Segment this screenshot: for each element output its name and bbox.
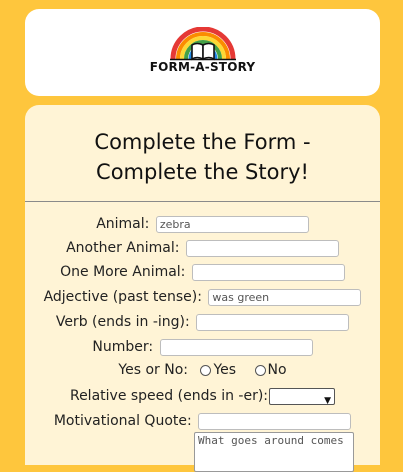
number-label: Number: bbox=[92, 339, 154, 355]
yes-option-label: Yes bbox=[213, 362, 237, 378]
page-title-line2: Complete the Story! bbox=[96, 160, 309, 184]
quote-label: Motivational Quote: bbox=[53, 413, 192, 429]
form-row-yes-no: Yes or No: Yes No bbox=[25, 359, 380, 381]
brand-name: FORM-A-STORY bbox=[149, 60, 256, 74]
another-animal-input[interactable] bbox=[185, 239, 339, 257]
one-more-animal-input[interactable] bbox=[191, 263, 345, 281]
number-input[interactable] bbox=[159, 338, 313, 356]
adjective-label: Adjective (past tense): bbox=[43, 289, 202, 305]
adjective-input[interactable] bbox=[208, 288, 362, 306]
form-row-one-more-animal: One More Animal: bbox=[25, 261, 380, 283]
no-radio[interactable] bbox=[254, 364, 266, 376]
form-row-another-animal: Another Animal: bbox=[25, 237, 380, 259]
verb-label: Verb (ends in -ing): bbox=[55, 314, 190, 330]
form-row-verb: Verb (ends in -ing): bbox=[25, 311, 380, 333]
speed-select[interactable]: ▼ bbox=[269, 387, 336, 406]
one-more-animal-label: One More Animal: bbox=[60, 264, 186, 280]
yes-no-label: Yes or No: bbox=[118, 362, 188, 378]
form-row-speed: Relative speed (ends in -er): ▼ bbox=[25, 385, 380, 407]
form-row-animal: Animal: bbox=[25, 213, 380, 235]
form-row-number: Number: bbox=[25, 336, 380, 358]
speed-label: Relative speed (ends in -er): bbox=[69, 388, 269, 404]
form-row-quote: Motivational Quote: bbox=[25, 410, 380, 432]
page-title-line1: Complete the Form - bbox=[94, 130, 311, 154]
verb-input[interactable] bbox=[196, 313, 350, 331]
no-option-label: No bbox=[267, 362, 287, 378]
animal-input[interactable] bbox=[155, 215, 309, 233]
quote-textarea[interactable]: What goes around comes bbox=[194, 432, 354, 472]
quote-input[interactable] bbox=[198, 412, 352, 430]
form-card: Complete the Form - Complete the Story! … bbox=[25, 105, 380, 472]
page-title: Complete the Form - Complete the Story! bbox=[25, 127, 380, 187]
form-row-adjective: Adjective (past tense): bbox=[25, 286, 380, 308]
another-animal-label: Another Animal: bbox=[66, 240, 180, 256]
yes-radio[interactable] bbox=[200, 364, 212, 376]
rainbow-book-icon bbox=[169, 27, 236, 61]
logo bbox=[25, 27, 380, 61]
header-card: FORM-A-STORY bbox=[25, 9, 380, 96]
animal-label: Animal: bbox=[96, 216, 150, 232]
chevron-down-icon: ▼ bbox=[324, 395, 332, 406]
divider bbox=[25, 201, 380, 202]
